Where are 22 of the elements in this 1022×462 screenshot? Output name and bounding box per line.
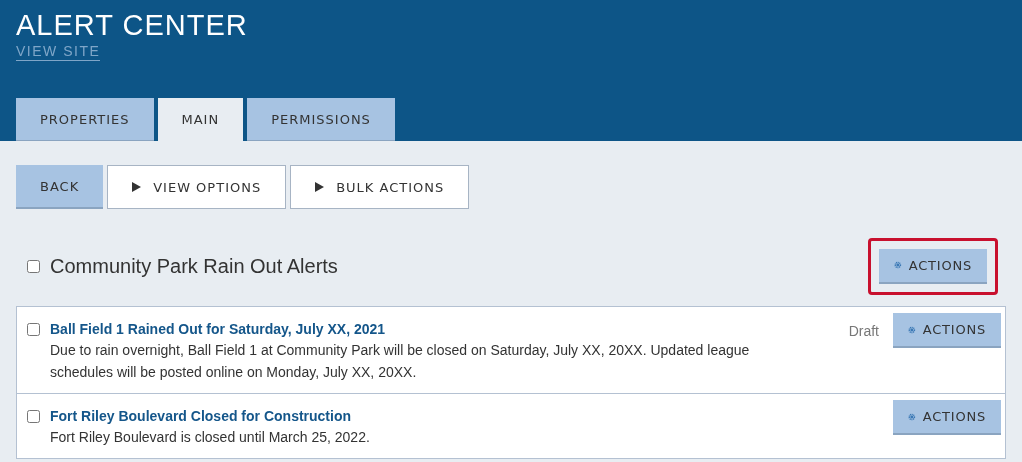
gear-icon	[894, 259, 902, 271]
group-title: Community Park Rain Out Alerts	[50, 254, 339, 278]
toggle-button[interactable]: VIEW OPTIONS	[107, 165, 287, 209]
alert-title-link[interactable]: Fort Riley Boulevard Closed for Construction	[50, 406, 893, 426]
alert-description: Fort Riley Boulevard is closed until March 25, 2022.	[50, 428, 371, 447]
group-checkbox[interactable]	[27, 259, 40, 273]
toggle-button[interactable]: BULK ACTIONS	[290, 165, 470, 209]
triangle-icon	[132, 182, 142, 192]
tab[interactable]: PROPERTIES	[16, 98, 154, 141]
alert-checkbox[interactable]	[27, 323, 40, 336]
tab[interactable]: MAIN	[157, 98, 244, 141]
actions-button[interactable]: ACTIONS	[893, 400, 1001, 435]
triangle-icon	[315, 182, 325, 192]
status-label: Draft	[848, 323, 879, 339]
page-title: ALERT CENTER	[16, 8, 248, 42]
alert-description: Due to rain overnight, Ball Field 1 at Community Park will be closed on Saturday, July XX, 20XX. Updated league schedules will be posted online on Monday, July XX, 20XX.	[50, 341, 751, 382]
tab[interactable]: PERMISSIONS	[247, 98, 395, 141]
alert-title-link[interactable]: Ball Field 1 Rained Out for Saturday, July XX, 2021	[50, 319, 849, 339]
back-button[interactable]: BACK	[16, 165, 104, 209]
actions-button[interactable]: ACTIONS	[879, 248, 987, 284]
alert-checkbox[interactable]	[27, 410, 40, 423]
actions-button[interactable]: ACTIONS	[893, 313, 1001, 348]
